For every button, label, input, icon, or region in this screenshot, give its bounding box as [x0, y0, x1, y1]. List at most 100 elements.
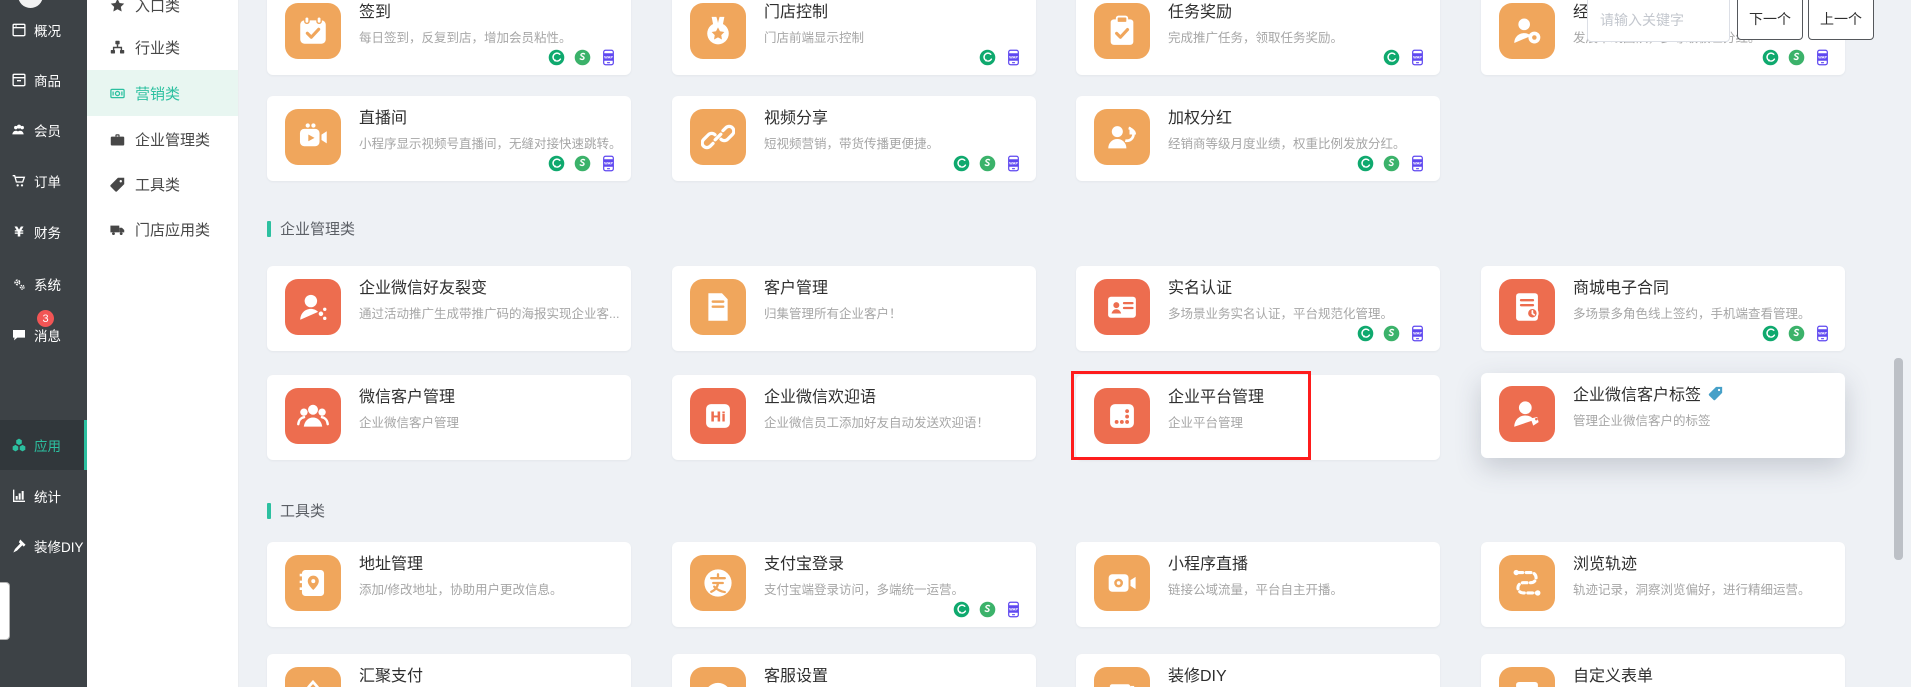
app-icon-tile: Hi: [690, 388, 746, 444]
platform-badges: WAP: [953, 155, 1022, 172]
platform-badges: WAP: [1357, 155, 1426, 172]
wap-icon: WAP: [1409, 49, 1426, 66]
app-card[interactable]: 签到每日签到，反复到店，增加会员粘性。WAP: [267, 0, 631, 75]
goods-icon: [11, 72, 27, 88]
app-card[interactable]: 企业平台管理企业平台管理: [1076, 375, 1440, 460]
app-title: 门店控制: [764, 0, 828, 22]
sidebar-item-label: 会员: [34, 120, 61, 140]
task-reward-clipboard-icon: [1105, 14, 1139, 48]
store-control-medal-icon: [701, 14, 735, 48]
category-item-2[interactable]: 营销类: [87, 70, 238, 116]
app-card[interactable]: 地址管理添加/修改地址，协助用户更改信息。: [267, 542, 631, 627]
app-icon-tile: [1499, 279, 1555, 335]
sidebar-item-label: 装修DIY: [34, 536, 84, 556]
member-icon: [11, 122, 27, 138]
app-icon-tile: [1094, 279, 1150, 335]
paint-roller-icon: [1105, 678, 1139, 687]
sidebar-item-8[interactable]: 统计: [0, 471, 87, 521]
overview-icon: [11, 22, 27, 38]
sidebar-item-6[interactable]: 消息3: [0, 310, 87, 360]
app-icon-tile: [1499, 667, 1555, 687]
app-title: 商城电子合同: [1573, 274, 1669, 298]
app-card[interactable]: 汇聚支付: [267, 654, 631, 687]
section-header-tools: 工具类: [267, 500, 325, 521]
app-card[interactable]: 加权分红经销商等级月度业绩，权重比例发放分红。WAP: [1076, 96, 1440, 181]
app-card[interactable]: 实名认证多场景业务实名认证，平台规范化管理。WAP: [1076, 266, 1440, 351]
sidebar-item-5[interactable]: 系统: [0, 259, 87, 309]
app-card[interactable]: 企业微信客户标签管理企业微信客户的标签: [1481, 373, 1845, 458]
mini-program-icon: [1383, 49, 1400, 66]
section-header-enterprise: 企业管理类: [267, 218, 355, 239]
app-icon-tile: [1094, 388, 1150, 444]
category-label: 行业类: [135, 37, 180, 58]
app-card[interactable]: 客服设置: [672, 654, 1036, 687]
sidebar-item-label: 统计: [34, 486, 61, 506]
section-header-label: 工具类: [280, 500, 325, 521]
app-card[interactable]: 视频分享短视频营销，带货传播更便捷。WAP: [672, 96, 1036, 181]
app-card[interactable]: 门店控制门店前端显示控制WAP: [672, 0, 1036, 75]
h5-icon: [1383, 155, 1400, 172]
app-title: 地址管理: [359, 550, 423, 574]
app-card[interactable]: 浏览轨迹轨迹记录，洞察浏览偏好，进行精细运营。: [1481, 542, 1845, 627]
app-icon-tile: [1094, 555, 1150, 611]
mini-program-icon: [1357, 155, 1374, 172]
sidebar-item-9[interactable]: 装修DIY: [0, 521, 87, 571]
h5-icon: [1788, 325, 1805, 342]
prev-button[interactable]: 上一个: [1808, 0, 1874, 40]
app-card[interactable]: 支付宝登录支付宝端登录访问，多端统一运营。WAP: [672, 542, 1036, 627]
message-count-badge: 3: [37, 310, 54, 327]
app-title: 浏览轨迹: [1573, 550, 1637, 574]
address-book-icon: [296, 566, 330, 600]
contract-icon: [1510, 290, 1544, 324]
app-title: 企业微信欢迎语: [764, 383, 876, 407]
wap-icon: WAP: [1005, 155, 1022, 172]
next-button[interactable]: 下一个: [1737, 0, 1803, 40]
sidebar-item-0[interactable]: 概况: [0, 5, 87, 55]
category-item-1[interactable]: 行业类: [87, 24, 238, 70]
app-icon-tile: [285, 555, 341, 611]
app-card[interactable]: 商城电子合同多场景多角色线上签约，手机端查看管理。WAP: [1481, 266, 1845, 351]
search-input[interactable]: [1587, 0, 1730, 42]
app-card[interactable]: 企业微信好友裂变通过活动推广生成带推广码的海报实现企业客...: [267, 266, 631, 351]
vertical-scrollbar-thumb[interactable]: [1894, 358, 1903, 560]
app-title: 任务奖励: [1168, 0, 1232, 22]
app-card[interactable]: 任务奖励完成推广任务，领取任务奖励。WAP: [1076, 0, 1440, 75]
platform-badges: WAP: [1383, 49, 1426, 66]
sidebar-item-label: 订单: [34, 171, 61, 191]
stats-icon: [11, 488, 27, 504]
enterprise-briefcase-icon: [109, 131, 126, 148]
app-card[interactable]: 装修DIY: [1076, 654, 1440, 687]
sidebar-item-1[interactable]: 商品: [0, 55, 87, 105]
sidebar-item-7[interactable]: 应用: [0, 420, 87, 470]
app-card[interactable]: 自定义表单: [1481, 654, 1845, 687]
mini-program-icon: [1762, 325, 1779, 342]
app-title: 汇聚支付: [359, 662, 423, 686]
app-market-content: 签到每日签到，反复到店，增加会员粘性。WAP 门店控制门店前端显示控制WAP 任务奖…: [0, 0, 1911, 687]
message-icon: [11, 327, 27, 343]
drawer-toggle-handle[interactable]: [0, 582, 10, 640]
sidebar-item-4[interactable]: ¥财务: [0, 207, 87, 257]
app-title: 签到: [359, 0, 391, 22]
app-card[interactable]: 小程序直播链接公域流量，平台自主开播。: [1076, 542, 1440, 627]
svg-text:WAP: WAP: [1818, 331, 1827, 335]
app-card[interactable]: 直播间小程序显示视频号直播间，无缝对接快速跳转。WAP: [267, 96, 631, 181]
app-description: 链接公域流量，平台自主开播。: [1168, 579, 1432, 598]
category-item-5[interactable]: 门店应用类: [87, 206, 238, 252]
section-header-bar: [267, 221, 271, 237]
app-card[interactable]: 微信客户管理企业微信客户管理: [267, 375, 631, 460]
h5-icon: [1383, 325, 1400, 342]
app-icon-tile: [1499, 3, 1555, 59]
wap-icon: WAP: [600, 49, 617, 66]
category-item-3[interactable]: 企业管理类: [87, 116, 238, 162]
sidebar-item-2[interactable]: 会员: [0, 105, 87, 155]
sidebar-item-3[interactable]: 订单: [0, 156, 87, 206]
category-item-4[interactable]: 工具类: [87, 161, 238, 207]
app-card[interactable]: 客户管理归集管理所有企业客户！: [672, 266, 1036, 351]
platform-grid-icon: [1105, 399, 1139, 433]
category-label: 工具类: [135, 174, 180, 195]
category-label: 入口类: [135, 0, 180, 16]
sidebar-item-label: 系统: [34, 274, 61, 294]
app-title: 企业微信客户标签: [1573, 381, 1701, 405]
app-card[interactable]: Hi企业微信欢迎语企业微信员工添加好友自动发送欢迎语！: [672, 375, 1036, 460]
app-description: 通过活动推广生成带推广码的海报实现企业客...: [359, 303, 623, 322]
